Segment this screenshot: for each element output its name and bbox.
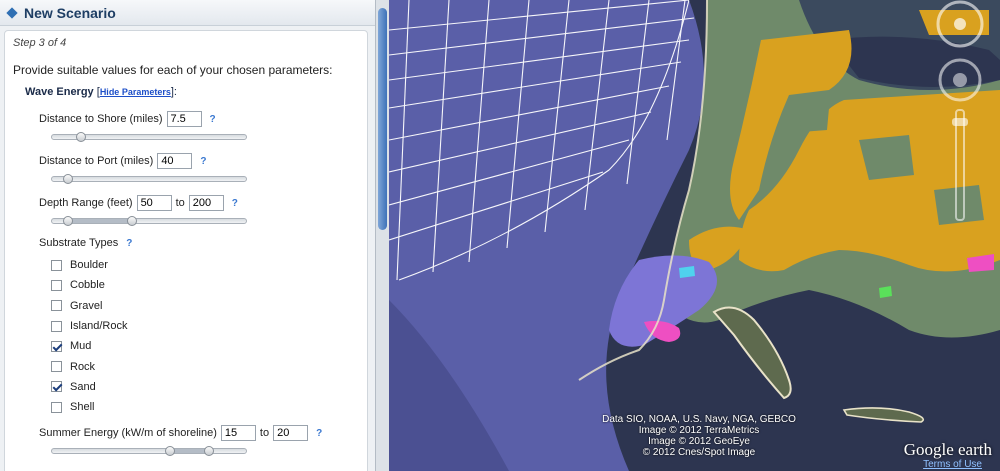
summer-energy-slider[interactable] — [51, 446, 247, 457]
map-view[interactable]: Data SIO, NOAA, U.S. Navy, NGA, GEBCO Im… — [389, 0, 1000, 471]
checkbox[interactable] — [51, 340, 62, 352]
substrate-title: Substrate Types ? — [39, 236, 359, 250]
slider-handle-max[interactable] — [126, 216, 137, 226]
range-to-label: to — [259, 427, 270, 440]
compass-center — [954, 18, 966, 30]
slider-handle-min[interactable] — [165, 446, 176, 457]
zoom-thumb — [952, 118, 968, 126]
summer-from-input[interactable] — [220, 425, 256, 442]
zoom-track — [955, 109, 965, 221]
checkbox-label: Island/Rock — [70, 320, 128, 333]
param-depth-range: Depth Range (feet) to ? — [39, 194, 359, 226]
help-icon[interactable]: ? — [316, 428, 322, 439]
panel-body: Step 3 of 4 Provide suitable values for … — [4, 30, 368, 471]
distance-shore-input[interactable] — [166, 111, 202, 127]
checkbox[interactable] — [51, 401, 62, 413]
range-to-label: to — [175, 197, 185, 209]
checkbox[interactable] — [51, 259, 62, 271]
substrate-boulder[interactable]: Boulder — [51, 255, 359, 275]
attribution-line: Image © 2012 GeoEye — [648, 436, 750, 447]
panel-title: New Scenario — [24, 4, 116, 21]
panel-scrollbar[interactable] — [375, 0, 389, 471]
help-icon[interactable]: ? — [126, 238, 132, 249]
summer-to-input[interactable] — [273, 425, 309, 442]
new-scenario-panel: New Scenario Step 3 of 4 Provide suitabl… — [0, 0, 376, 471]
checkbox-label: Cobble — [70, 279, 105, 292]
checkbox-label: Sand — [70, 380, 96, 393]
substrate-island-rock[interactable]: Island/Rock — [51, 316, 359, 336]
terms-of-use-link[interactable]: Terms of Use — [923, 459, 982, 470]
param-label: Distance to Port (miles) — [39, 155, 154, 167]
distance-shore-slider[interactable] — [51, 132, 247, 142]
substrate-shell[interactable]: Shell — [51, 397, 359, 417]
distance-port-slider[interactable] — [51, 174, 247, 184]
substrate-sand[interactable]: Sand — [51, 377, 359, 397]
checkbox[interactable] — [51, 279, 62, 291]
group-title-label: Wave Energy — [25, 86, 94, 98]
param-summer-energy: Summer Energy (kW/m of shoreline) to ? — [39, 424, 359, 457]
attribution-line: Image © 2012 TerraMetrics — [638, 425, 760, 436]
help-icon[interactable]: ? — [200, 156, 206, 167]
map-attribution: Data SIO, NOAA, U.S. Navy, NGA, GEBCO Im… — [579, 414, 819, 458]
help-icon[interactable]: ? — [232, 198, 238, 209]
param-label: Depth Range (feet) — [39, 197, 133, 209]
checkbox[interactable] — [51, 320, 62, 332]
navigation-control[interactable] — [934, 0, 986, 230]
hide-parameters-bracket-close: ]: — [170, 86, 177, 98]
attribution-line: © 2012 Cnes/Spot Image — [642, 447, 756, 458]
scroll-thumb[interactable] — [378, 8, 387, 230]
checkbox-label: Mud — [70, 340, 92, 353]
slider-handle[interactable] — [62, 174, 73, 184]
depth-range-slider[interactable] — [51, 216, 247, 226]
slider-handle[interactable] — [76, 132, 87, 142]
depth-from-input[interactable] — [136, 195, 172, 211]
step-indicator: Step 3 of 4 — [13, 37, 67, 49]
slider-handle-min[interactable] — [62, 216, 73, 226]
substrate-mud[interactable]: Mud — [51, 336, 359, 356]
param-distance-shore: Distance to Shore (miles) ? — [39, 110, 359, 142]
help-icon[interactable]: ? — [210, 114, 216, 125]
substrate-gravel[interactable]: Gravel — [51, 296, 359, 316]
substrate-title-label: Substrate Types — [39, 237, 119, 249]
slider-handle-max[interactable] — [204, 446, 215, 457]
map-canvas[interactable] — [389, 0, 1000, 471]
hide-parameters-link[interactable]: Hide Parameters — [100, 87, 171, 97]
param-distance-port: Distance to Port (miles) ? — [39, 152, 359, 184]
checkbox[interactable] — [51, 300, 62, 312]
slider-range — [67, 219, 132, 223]
group-title: Wave Energy [Hide Parameters]: — [25, 86, 359, 98]
google-earth-logo: Google earth — [903, 440, 992, 459]
param-label: Distance to Shore (miles) — [39, 113, 163, 125]
checkbox-label: Boulder — [70, 259, 108, 272]
checkbox[interactable] — [51, 361, 62, 373]
checkbox-label: Shell — [70, 401, 95, 414]
checkbox-label: Rock — [70, 360, 96, 373]
attribution-line: Data SIO, NOAA, U.S. Navy, NGA, GEBCO — [602, 414, 796, 425]
substrate-cobble[interactable]: Cobble — [51, 275, 359, 295]
param-label: Summer Energy (kW/m of shoreline) — [39, 427, 217, 440]
pan-center — [953, 73, 967, 87]
diamond-icon — [6, 6, 18, 19]
distance-port-input[interactable] — [157, 153, 193, 169]
checkbox[interactable] — [51, 381, 62, 393]
panel-header[interactable]: New Scenario — [0, 0, 375, 26]
depth-to-input[interactable] — [188, 195, 224, 211]
intro-text: Provide suitable values for each of your… — [13, 63, 333, 77]
substrate-rock[interactable]: Rock — [51, 356, 359, 376]
checkbox-label: Gravel — [70, 299, 103, 312]
substrate-list: Boulder Cobble Gravel Island/Rock Mud Ro… — [51, 255, 359, 417]
